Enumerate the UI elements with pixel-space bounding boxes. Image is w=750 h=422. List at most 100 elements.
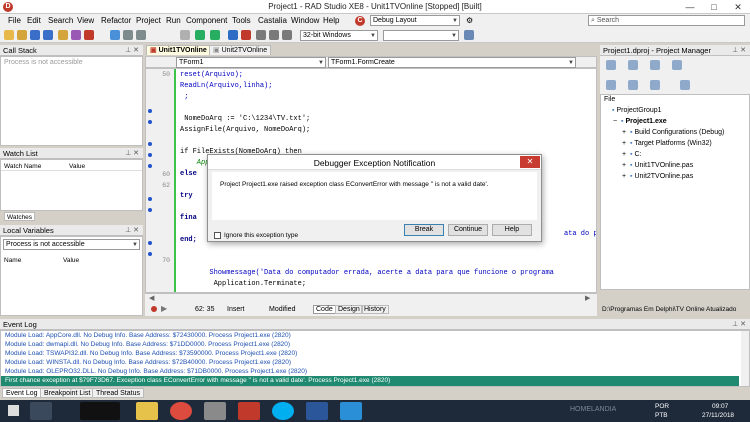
- menu-project[interactable]: Project: [136, 16, 161, 25]
- expand-toggle-icon[interactable]: −: [613, 118, 621, 125]
- chrome-icon[interactable]: [170, 402, 192, 420]
- store-icon[interactable]: [340, 402, 362, 420]
- trace-into-icon[interactable]: [269, 30, 279, 40]
- tab-unit2tvonline[interactable]: ▣ Unit2TVOnline: [209, 45, 272, 55]
- menu-view[interactable]: View: [77, 16, 94, 25]
- open-icon[interactable]: [17, 30, 27, 40]
- open-project-icon[interactable]: [58, 30, 68, 40]
- expand-toggle-icon[interactable]: +: [622, 140, 630, 147]
- watches-tab[interactable]: Watches: [4, 212, 36, 221]
- menu-search[interactable]: Search: [48, 16, 73, 25]
- add-file-icon[interactable]: [71, 30, 81, 40]
- event-log-line[interactable]: Module Load: OLEPRO32.DLL. No Debug Info…: [5, 368, 307, 375]
- tab-event-log[interactable]: Event Log: [2, 388, 42, 398]
- file-explorer-icon[interactable]: [136, 402, 158, 420]
- view-icon[interactable]: [650, 80, 660, 90]
- expand-toggle-icon[interactable]: +: [622, 162, 630, 169]
- config-combo[interactable]: ▼: [383, 30, 459, 41]
- close-window-button[interactable]: ✕: [726, 0, 750, 14]
- activate-icon[interactable]: [606, 60, 616, 70]
- pin-icon[interactable]: ⊥ ✕: [732, 319, 746, 330]
- remove-file-icon[interactable]: [84, 30, 94, 40]
- view-form-icon[interactable]: [136, 30, 146, 40]
- event-log-line[interactable]: Module Load: WINSTA.dll. No Debug Info. …: [5, 359, 291, 366]
- filter-icon[interactable]: [680, 80, 690, 90]
- event-log-scrollbar[interactable]: [741, 331, 749, 386]
- menu-edit[interactable]: Edit: [27, 16, 41, 25]
- layout-combo[interactable]: Debug Layout ▼: [370, 15, 460, 26]
- scroll-left-icon[interactable]: ◀: [149, 294, 154, 302]
- record-macro-icon[interactable]: [151, 306, 157, 312]
- breakpoint-dot[interactable]: [148, 197, 152, 201]
- castalia-icon[interactable]: C: [355, 16, 365, 26]
- project-tree-item[interactable]: ▪ ProjectGroup1: [604, 107, 662, 114]
- menu-refactor[interactable]: Refactor: [101, 16, 131, 25]
- layout-save-icon[interactable]: ⚙: [466, 16, 473, 25]
- run-to-cursor-icon[interactable]: [282, 30, 292, 40]
- expand-toggle-icon[interactable]: +: [622, 151, 630, 158]
- continue-button[interactable]: Continue: [448, 224, 488, 236]
- stop-icon[interactable]: [241, 30, 251, 40]
- ignore-exception-checkbox[interactable]: [214, 232, 221, 239]
- toggle-form-icon[interactable]: [110, 30, 120, 40]
- save-icon[interactable]: [30, 30, 40, 40]
- clock-time[interactable]: 09:07: [712, 403, 728, 410]
- save-all-icon[interactable]: [43, 30, 53, 40]
- watch-name-column[interactable]: Watch Name: [4, 163, 41, 170]
- event-log-highlight[interactable]: First chance exception at $79F73D67. Exc…: [1, 376, 739, 386]
- tab-thread-status[interactable]: Thread Status: [92, 388, 144, 398]
- skype-icon[interactable]: [272, 402, 294, 420]
- pause-icon[interactable]: [228, 30, 238, 40]
- project-tree-item[interactable]: − ▪ Project1.exe: [613, 118, 667, 125]
- delphi-icon[interactable]: [238, 402, 260, 420]
- windows-start-icon[interactable]: [8, 405, 19, 416]
- menu-help[interactable]: Help: [323, 16, 339, 25]
- class-combo[interactable]: TForm1 ▼: [176, 57, 326, 68]
- clock-date[interactable]: 27/11/2018: [702, 412, 734, 419]
- run-without-debug-icon[interactable]: [210, 30, 220, 40]
- breakpoint-dot[interactable]: [148, 252, 152, 256]
- view-unit-icon[interactable]: [123, 30, 133, 40]
- menu-run[interactable]: Run: [166, 16, 181, 25]
- pin-icon[interactable]: ⊥ ✕: [125, 148, 139, 159]
- code-tab[interactable]: Code: [313, 305, 336, 314]
- language-indicator[interactable]: POR: [655, 403, 669, 410]
- help-button[interactable]: Help: [492, 224, 532, 236]
- word-icon[interactable]: [306, 402, 328, 420]
- play-macro-icon[interactable]: ▶: [161, 304, 167, 313]
- dialog-close-button[interactable]: ✕: [520, 156, 540, 168]
- design-tab[interactable]: Design: [335, 305, 363, 314]
- collapse-icon[interactable]: [672, 60, 682, 70]
- menu-window[interactable]: Window: [291, 16, 319, 25]
- breakpoint-dot[interactable]: [148, 241, 152, 245]
- event-log-line[interactable]: Module Load: AppCore.dll. No Debug Info.…: [5, 332, 291, 339]
- expand-icon[interactable]: [650, 60, 660, 70]
- tab-unit1tvonline[interactable]: ▣ Unit1TVOnline: [146, 45, 211, 55]
- sort-icon[interactable]: [628, 80, 638, 90]
- method-combo[interactable]: TForm1.FormCreate ▼: [328, 57, 576, 68]
- keyboard-indicator[interactable]: PTB: [655, 412, 668, 419]
- maximize-button[interactable]: □: [702, 0, 726, 14]
- watch-value-column[interactable]: Value: [69, 163, 85, 170]
- project-tree-item[interactable]: + ▪ C:: [622, 151, 641, 158]
- sync-icon[interactable]: [628, 60, 638, 70]
- expand-toggle-icon[interactable]: +: [622, 129, 630, 136]
- expand-toggle-icon[interactable]: +: [622, 173, 630, 180]
- tab-breakpoint-list[interactable]: Breakpoint List: [40, 388, 95, 398]
- history-tab[interactable]: History: [361, 305, 389, 314]
- task-view-icon[interactable]: [30, 402, 52, 420]
- project-tree-item[interactable]: + ▪ Unit1TVOnline.pas: [622, 162, 693, 169]
- scroll-right-icon[interactable]: ▶: [585, 294, 590, 302]
- process-combo[interactable]: Process is not accessible ▼: [3, 239, 140, 250]
- breakpoint-dot[interactable]: [148, 142, 152, 146]
- new-icon[interactable]: [4, 30, 14, 40]
- project-tree-item[interactable]: + ▪ Target Platforms (Win32): [622, 140, 712, 147]
- run-icon[interactable]: [180, 30, 190, 40]
- breakpoint-dot[interactable]: [148, 109, 152, 113]
- break-button[interactable]: Break: [404, 224, 444, 236]
- app-icon-gray[interactable]: [204, 402, 226, 420]
- local-value-column[interactable]: Value: [63, 257, 79, 264]
- project-tree-item[interactable]: + ▪ Unit2TVOnline.pas: [622, 173, 693, 180]
- minimize-button[interactable]: —: [678, 0, 702, 14]
- local-name-column[interactable]: Name: [4, 257, 21, 264]
